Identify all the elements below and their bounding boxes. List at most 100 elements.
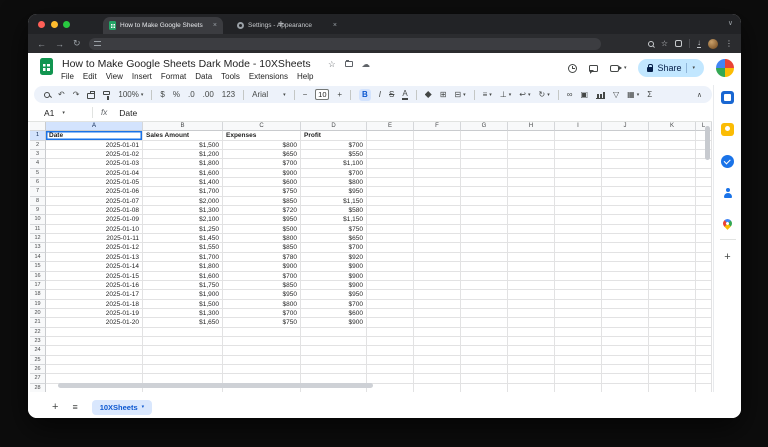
cell-L25[interactable] [696, 355, 712, 365]
browser-tab-sheets[interactable]: How to Make Google Sheets × [103, 17, 223, 34]
cell-B11[interactable]: $1,250 [143, 224, 223, 235]
cell-D25[interactable] [301, 355, 367, 365]
cell-J6[interactable] [602, 178, 649, 188]
cell-C2[interactable]: $800 [223, 140, 301, 151]
cell-C17[interactable]: $850 [223, 280, 301, 291]
browser-tab-settings[interactable]: Settings - Appearance × [231, 17, 343, 34]
cell-I11[interactable] [555, 224, 602, 235]
cell-H2[interactable] [508, 140, 555, 151]
cell-K22[interactable] [649, 327, 696, 337]
maximize-window-button[interactable] [63, 20, 70, 28]
cell-H1[interactable] [508, 131, 555, 141]
cell-E9[interactable] [367, 206, 414, 216]
cell-G3[interactable] [461, 150, 508, 160]
cell-C24[interactable] [223, 346, 301, 356]
cell-J23[interactable] [602, 336, 649, 347]
row-header-15[interactable]: 15 [30, 262, 46, 272]
cell-D23[interactable] [301, 336, 367, 347]
cell-F12[interactable] [414, 234, 461, 244]
cell-J25[interactable] [602, 355, 649, 365]
cell-L6[interactable] [696, 178, 712, 188]
cell-J27[interactable] [602, 374, 649, 384]
cell-E5[interactable] [367, 168, 414, 179]
row-header-17[interactable]: 17 [30, 280, 46, 291]
cell-L21[interactable] [696, 318, 712, 328]
cell-J11[interactable] [602, 224, 649, 235]
row-header-21[interactable]: 21 [30, 318, 46, 328]
cell-I2[interactable] [555, 140, 602, 151]
cell-G26[interactable] [461, 364, 508, 375]
reload-icon[interactable]: ↻ [73, 38, 81, 49]
cell-C18[interactable]: $950 [223, 290, 301, 300]
cell-L27[interactable] [696, 374, 712, 384]
close-window-button[interactable] [38, 20, 45, 28]
cell-K7[interactable] [649, 187, 696, 197]
cell-E12[interactable] [367, 234, 414, 244]
cell-L14[interactable] [696, 252, 712, 263]
cell-J1[interactable] [602, 131, 649, 141]
insert-chart-icon[interactable] [596, 91, 605, 99]
cell-B19[interactable]: $1,500 [143, 299, 223, 309]
tab-group-icon[interactable] [675, 40, 682, 47]
cell-A2[interactable]: 2025-01-01 [46, 140, 143, 151]
cell-F19[interactable] [414, 299, 461, 309]
cell-A14[interactable]: 2025-01-13 [46, 252, 143, 263]
cell-K4[interactable] [649, 159, 696, 169]
cell-C23[interactable] [223, 336, 301, 347]
cell-F21[interactable] [414, 318, 461, 328]
cell-B16[interactable]: $1,600 [143, 271, 223, 281]
cell-J17[interactable] [602, 280, 649, 291]
cell-J18[interactable] [602, 290, 649, 300]
cell-F14[interactable] [414, 252, 461, 263]
cell-E25[interactable] [367, 355, 414, 365]
cell-I17[interactable] [555, 280, 602, 291]
address-bar[interactable] [88, 37, 601, 50]
cell-A15[interactable]: 2025-01-14 [46, 262, 143, 272]
row-header-24[interactable]: 24 [30, 346, 46, 356]
paint-format-icon[interactable] [103, 90, 111, 99]
cell-I28[interactable] [555, 383, 602, 392]
cell-G9[interactable] [461, 206, 508, 216]
cell-L23[interactable] [696, 336, 712, 347]
cell-L13[interactable] [696, 243, 712, 253]
cell-A11[interactable]: 2025-01-10 [46, 224, 143, 235]
add-sheet-icon[interactable]: + [52, 401, 58, 413]
cell-G4[interactable] [461, 159, 508, 169]
row-header-4[interactable]: 4 [30, 159, 46, 169]
cell-K17[interactable] [649, 280, 696, 291]
cell-L20[interactable] [696, 308, 712, 319]
cell-C9[interactable]: $720 [223, 206, 301, 216]
cell-K15[interactable] [649, 262, 696, 272]
cell-G15[interactable] [461, 262, 508, 272]
menu-item-edit[interactable]: Edit [83, 72, 97, 81]
cell-E8[interactable] [367, 196, 414, 207]
cell-L18[interactable] [696, 290, 712, 300]
cell-K23[interactable] [649, 336, 696, 347]
cell-E17[interactable] [367, 280, 414, 291]
cell-G2[interactable] [461, 140, 508, 151]
cell-J7[interactable] [602, 187, 649, 197]
cell-A10[interactable]: 2025-01-09 [46, 215, 143, 225]
cell-H12[interactable] [508, 234, 555, 244]
cell-B20[interactable]: $1,300 [143, 308, 223, 319]
keep-icon[interactable] [721, 123, 734, 136]
cell-J22[interactable] [602, 327, 649, 337]
cell-D21[interactable]: $900 [301, 318, 367, 328]
close-tab-icon[interactable]: × [333, 22, 337, 29]
cell-K14[interactable] [649, 252, 696, 263]
cell-K27[interactable] [649, 374, 696, 384]
cell-F4[interactable] [414, 159, 461, 169]
cell-B26[interactable] [143, 364, 223, 375]
cell-H26[interactable] [508, 364, 555, 375]
cell-G14[interactable] [461, 252, 508, 263]
row-header-14[interactable]: 14 [30, 252, 46, 263]
cell-G11[interactable] [461, 224, 508, 235]
cell-D6[interactable]: $800 [301, 178, 367, 188]
cell-K25[interactable] [649, 355, 696, 365]
table-views-icon[interactable]: ▦ ▾ [627, 90, 639, 100]
cell-H3[interactable] [508, 150, 555, 160]
cell-A13[interactable]: 2025-01-12 [46, 243, 143, 253]
cell-I10[interactable] [555, 215, 602, 225]
row-header-25[interactable]: 25 [30, 355, 46, 365]
cell-K19[interactable] [649, 299, 696, 309]
